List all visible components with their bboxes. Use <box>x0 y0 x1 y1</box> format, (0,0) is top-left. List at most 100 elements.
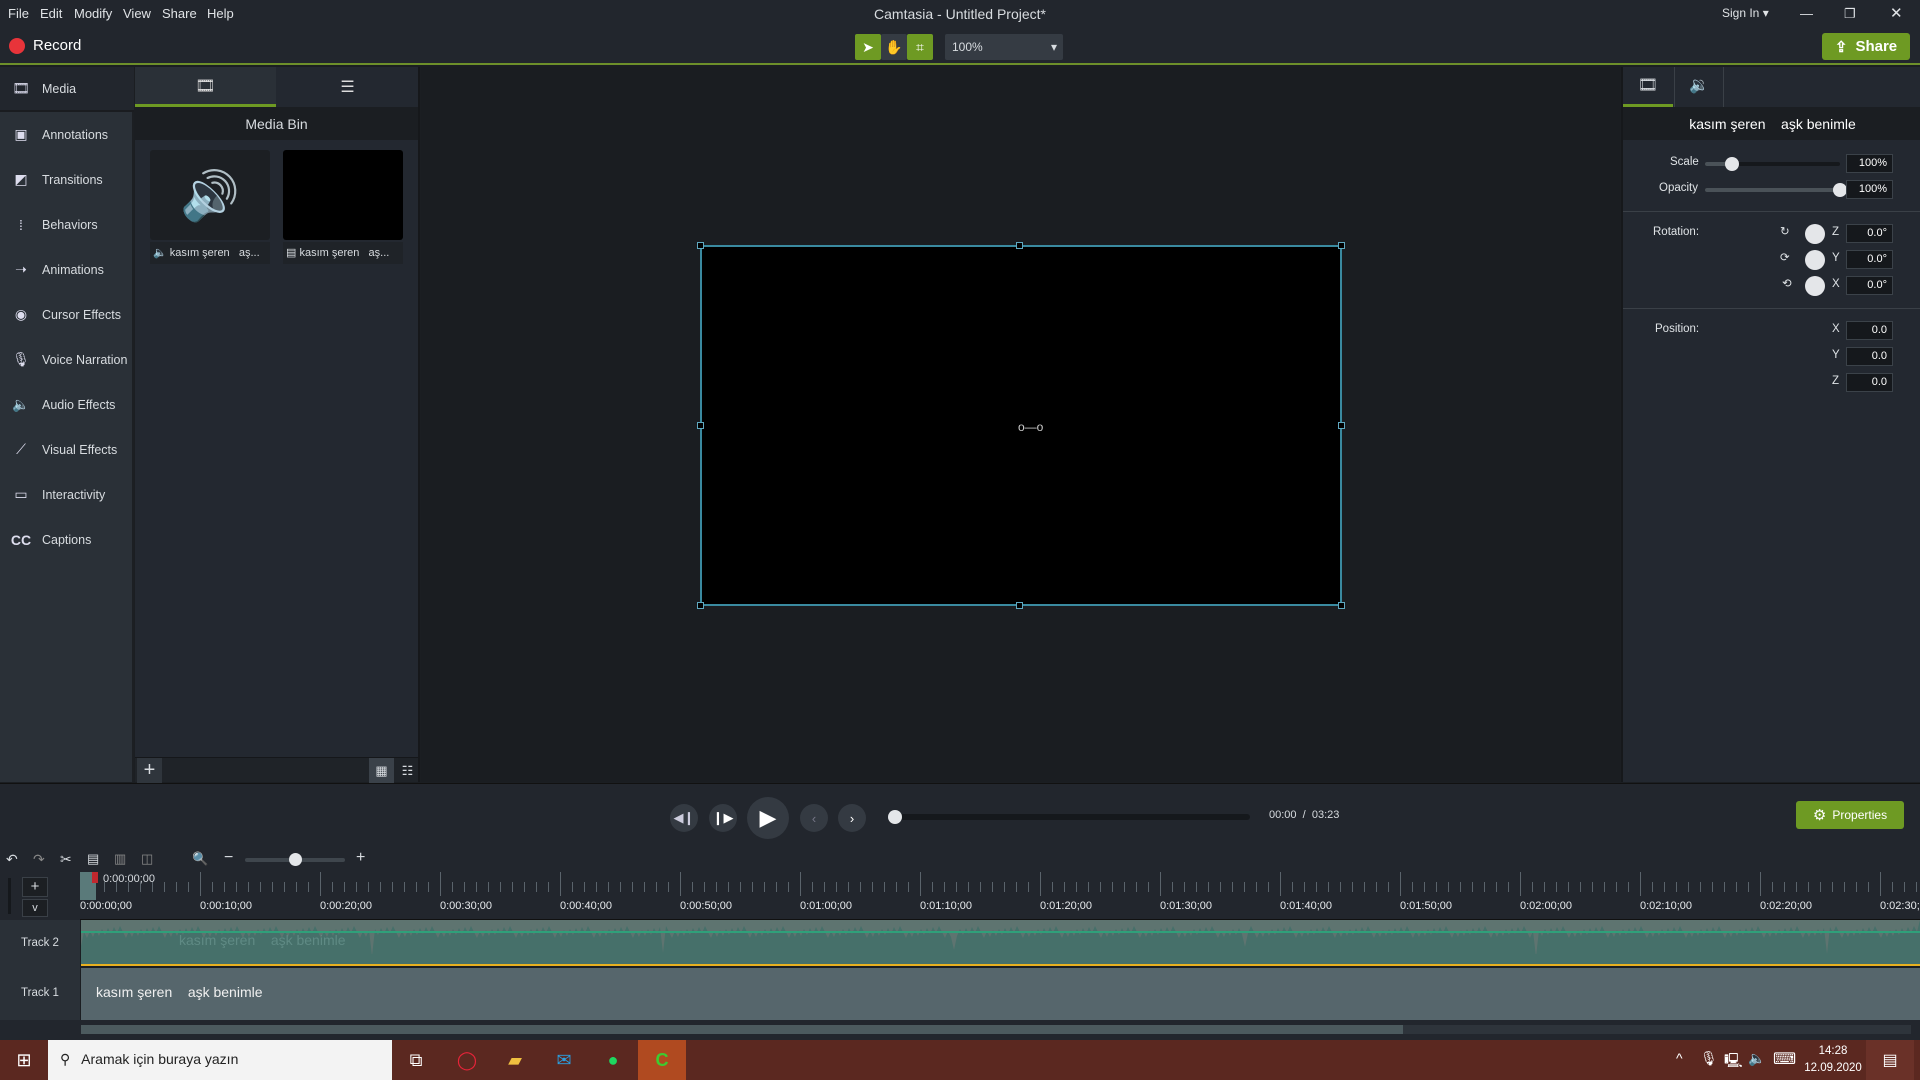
position-z-field[interactable]: 0.0 <box>1846 373 1893 392</box>
sidebar-item-visual-effects[interactable]: ⟋ Visual Effects <box>0 427 134 472</box>
resize-handle[interactable] <box>1338 242 1345 249</box>
search-box[interactable]: ⚲ Aramak için buraya yazın <box>48 1040 392 1080</box>
sidebar-item-captions[interactable]: CC Captions <box>0 517 134 562</box>
position-x-field[interactable]: 0.0 <box>1846 321 1893 340</box>
resize-handle[interactable] <box>697 602 704 609</box>
resize-handle[interactable] <box>1338 422 1345 429</box>
scale-field[interactable]: 100% <box>1846 154 1893 173</box>
cut-button[interactable]: ✂ <box>60 851 72 868</box>
previous-frame-button[interactable]: ◀❙ <box>670 804 698 832</box>
track-header-1[interactable]: Track 1 <box>0 966 80 1020</box>
slider-knob[interactable] <box>1725 157 1739 171</box>
resize-handle[interactable] <box>1016 242 1023 249</box>
crop-tool[interactable]: ⌗ <box>907 34 933 60</box>
clock[interactable]: 14:28 12.09.2020 <box>1800 1043 1866 1077</box>
windows-start-button[interactable]: ⊞ <box>0 1040 48 1080</box>
timeline-ruler[interactable]: 0:00:00;00 0:00:10;00 0:00:20;00 0:00:30;00… <box>80 872 1920 920</box>
split-button[interactable]: ◫ <box>141 851 153 867</box>
sidebar-item-voice-narration[interactable]: 🎙 Voice Narration <box>0 337 134 382</box>
sign-in-button[interactable]: Sign In ▾ <box>1722 6 1769 20</box>
rotation-x-dial[interactable] <box>1805 276 1825 296</box>
resize-handle[interactable] <box>697 242 704 249</box>
share-button[interactable]: ⇪ Share <box>1822 33 1910 60</box>
scrub-bar[interactable] <box>888 810 1250 824</box>
zoom-dropdown[interactable]: 100% ▾ <box>945 34 1063 60</box>
opacity-slider[interactable] <box>1705 183 1847 197</box>
tab-visual-properties[interactable]: 🎞 <box>1623 67 1673 107</box>
horizontal-scrollbar[interactable] <box>81 1025 1911 1034</box>
select-tool[interactable]: ➤ <box>855 34 881 60</box>
chevron-up-icon[interactable]: ^ <box>1676 1050 1683 1066</box>
pan-tool[interactable]: ✋ <box>881 34 907 60</box>
sidebar-item-behaviors[interactable]: ⁞ Behaviors <box>0 202 134 247</box>
rotation-x-field[interactable]: 0.0° <box>1846 276 1893 295</box>
undo-button[interactable]: ↶ <box>6 851 18 868</box>
add-media-button[interactable]: + <box>137 758 162 783</box>
scrub-knob[interactable] <box>888 810 902 824</box>
sidebar-item-media[interactable]: 🎞 Media <box>0 67 134 112</box>
volume-line[interactable] <box>81 931 1920 933</box>
tab-audio-properties[interactable]: 🔉 <box>1674 67 1724 107</box>
copy-button[interactable]: ▤ <box>87 851 99 867</box>
opacity-field[interactable]: 100% <box>1846 180 1893 199</box>
track-header-2[interactable]: Track 2 <box>0 920 80 966</box>
timeline-zoom-slider[interactable] <box>245 853 345 866</box>
list-view-button[interactable]: ☷ <box>395 758 420 783</box>
resize-handle[interactable] <box>1338 602 1345 609</box>
scale-slider[interactable] <box>1705 157 1840 171</box>
paste-button[interactable]: ▥ <box>114 851 126 867</box>
network-icon[interactable]: 🖳 <box>1724 1050 1743 1074</box>
notifications-button[interactable]: ▤ <box>1866 1040 1914 1080</box>
resize-handle[interactable] <box>697 422 704 429</box>
microphone-icon[interactable]: 🎙 <box>1700 1050 1718 1067</box>
file-explorer-app[interactable]: ▰ <box>491 1040 539 1080</box>
keyboard-icon[interactable]: ⌨ <box>1773 1049 1796 1069</box>
sidebar-item-animations[interactable]: ➝ Animations <box>0 247 134 292</box>
resize-handle[interactable] <box>1016 602 1023 609</box>
video-canvas[interactable]: o—o <box>697 242 1345 609</box>
sidebar-item-interactivity[interactable]: ▭ Interactivity <box>0 472 134 517</box>
media-thumb-audio[interactable]: 🔊 <box>150 150 270 240</box>
scrollbar-thumb[interactable] <box>81 1025 1403 1034</box>
slider-knob[interactable] <box>1833 183 1847 197</box>
camtasia-app[interactable]: C <box>638 1040 686 1080</box>
media-thumb-video[interactable] <box>283 150 403 240</box>
mail-app[interactable]: ✉ <box>540 1040 588 1080</box>
grid-view-button[interactable]: ▦ <box>369 758 394 783</box>
next-frame-button[interactable]: ❙▶ <box>709 804 737 832</box>
volume-icon[interactable]: 🔈 <box>1748 1050 1765 1067</box>
restore-button[interactable]: ❐ <box>1844 6 1856 22</box>
tab-library[interactable]: ☰ <box>277 67 418 107</box>
sidebar-item-audio-effects[interactable]: 🔈 Audio Effects <box>0 382 134 427</box>
minimize-button[interactable]: — <box>1800 6 1813 21</box>
track-height-slider[interactable] <box>8 878 11 914</box>
video-clip[interactable]: kasım şeren aşk benimle <box>81 968 1920 1020</box>
sidebar-item-annotations[interactable]: ▣ Annotations <box>0 112 134 157</box>
properties-button[interactable]: ⚙ Properties <box>1796 801 1904 829</box>
rotation-handle-icon[interactable]: o—o <box>1018 420 1043 434</box>
close-button[interactable]: ✕ <box>1890 4 1903 22</box>
previous-marker-button[interactable]: ‹ <box>800 804 828 832</box>
rotation-y-dial[interactable] <box>1805 250 1825 270</box>
sidebar-item-cursor-effects[interactable]: ◉ Cursor Effects <box>0 292 134 337</box>
slider-knob[interactable] <box>289 853 302 866</box>
rotation-z-dial[interactable] <box>1805 224 1825 244</box>
spotify-app[interactable]: ● <box>589 1040 637 1080</box>
collapse-tracks-button[interactable]: v <box>22 899 48 917</box>
record-button[interactable]: Record <box>33 37 81 54</box>
sidebar-item-transitions[interactable]: ◩ Transitions <box>0 157 134 202</box>
zoom-in-button[interactable]: + <box>356 849 365 867</box>
next-marker-button[interactable]: › <box>838 804 866 832</box>
rotation-y-field[interactable]: 0.0° <box>1846 250 1893 269</box>
zoom-out-button[interactable]: − <box>224 849 233 867</box>
rotation-z-field[interactable]: 0.0° <box>1846 224 1893 243</box>
task-view-button[interactable]: ⧉ <box>392 1040 440 1080</box>
add-track-button[interactable]: + <box>22 877 48 897</box>
playhead-handle[interactable] <box>80 872 98 900</box>
position-y-field[interactable]: 0.0 <box>1846 347 1893 366</box>
play-button[interactable]: ▶ <box>747 797 789 839</box>
opera-app[interactable]: ◯ <box>443 1040 491 1080</box>
tab-media-bin[interactable]: 🎞 <box>135 67 276 107</box>
redo-button[interactable]: ↷ <box>33 851 45 868</box>
audio-clip[interactable]: kasım şeren aşk benimle <box>81 920 1920 966</box>
